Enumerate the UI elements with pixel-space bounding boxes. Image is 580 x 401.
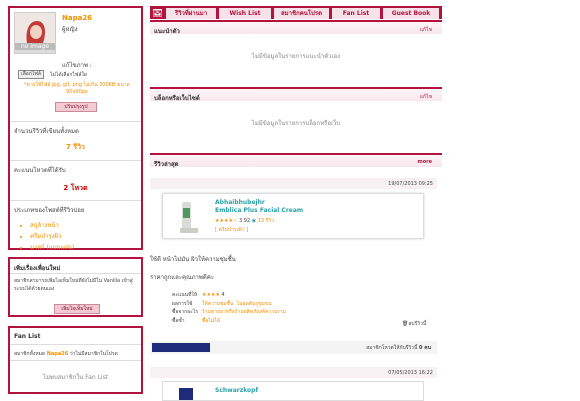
category-item[interactable]: มาสก์ (แบบแผ่น) [30,242,74,252]
vote-count: 0 คน [419,345,431,351]
add-item-desc: สมาชิกสามารถเพิ่มไอเท็มใหม่ที่ยังไม่มีใน… [14,278,133,292]
review-text-1: ใช้ดี หน้าไม่มัน ผิวให้ความชุ่มชื้น [150,256,236,263]
blog-empty: ไม่มีข้อมูลในรายการบล็อกหรือเว็บ [251,120,341,127]
blog-section-header: บล็อกหรือเว็บไซต์ แก้ไข [150,87,442,102]
vote-button[interactable] [152,343,210,352]
fan-list-desc-user[interactable]: Napa26 [47,351,68,357]
tab-guest-book[interactable]: Guest Book [383,8,439,19]
product-image[interactable] [169,198,203,236]
vote-text: สมาชิกโหวตให้กับรีวิวนี้ [366,345,418,351]
review-date-bar: 19/07/2013 09:25 [150,178,437,189]
add-item-title: เพิ่มเรื่องเพื่อนใหม่ [14,265,61,272]
delete-review-link[interactable]: 🗑ลบรีวิวนี้ [402,320,426,328]
recommend-edit-link[interactable]: แก้ไข [420,26,432,34]
review-date: 19/07/2013 09:25 [388,181,433,187]
buy-label: ซื้อจากอะไร [172,309,199,315]
product-brand-2[interactable]: Schwarzkopf [215,387,258,394]
blog-title: บล็อกหรือเว็บไซต์ [154,95,200,102]
no-file-text: ไม่ได้เลือกไฟล์ใด [50,72,88,78]
fan-list-empty: ไม่พบสมาชิกใน Fan List [42,374,109,381]
review-date-2: 07/05/2013 16:22 [388,370,433,376]
repurchase-label: ซื้อซ้ำ [172,317,185,324]
categories-list: สบู่ล้างหน้า ครีมบำรุงผิว มาสก์ (แบบแผ่น… [30,220,74,253]
repurchase-value[interactable]: ซื้อไม่ได้ [202,317,220,326]
divider [10,121,141,122]
tab-fan-list[interactable]: Fan List [332,8,380,19]
product-brand[interactable]: Abhaibhubejhr [215,199,265,206]
vote-bar: สมาชิกโหวตให้กับรีวิวนี้ 0 คน [150,341,437,354]
latest-section-header: รีวิวล่าสุด more [150,153,442,168]
product-image-2[interactable] [179,388,193,400]
effect-value[interactable]: ให้ความชุ่มชื้น [202,300,234,309]
review-details: คะแนนที่ให้ ★★★★ 4 ผลการใช้ ให้ความชุ่มชื้… [172,291,286,325]
effect-value-2[interactable]: ไม่อุดตันรูขุมขน [237,300,272,309]
update-photo-button[interactable]: ปรับปรุงรูป [55,102,97,112]
change-photo-label: แก้ไขภาพ : [62,62,92,69]
file-hint: *ควรใช้ไฟล์ jpg, gif, png ไม่เกิน 300KB … [24,82,130,95]
recommend-section-header: แนะนำตัว แก้ไข [150,20,442,35]
home-icon[interactable] [153,9,162,17]
score-value: 4 [221,292,225,298]
votes-count: 2 โหวต [63,184,88,192]
review-text-2: ราคาถูกและคุณภาพดีค่ะ [150,274,214,281]
product-tag[interactable]: [ ครีมบำรุงผิว ] [215,226,248,234]
latest-title: รีวิวล่าสุด [154,161,179,168]
gender: ผู้หญิง [62,26,78,33]
blog-edit-link[interactable]: แก้ไข [420,93,432,101]
review-date-bar-2: 07/05/2013 16:22 [150,367,437,378]
divider [10,344,141,345]
vote-text-row: สมาชิกโหวตให้กับรีวิวนี้ 0 คน [366,344,431,352]
product-card: Abhaibhubejhr Emblica Plus Facial Cream … [162,193,424,239]
product-card-2: Schwarzkopf [162,381,424,401]
buy-value[interactable]: ร้านขายยาหรือร้านผลิตภัณฑ์ความงาม [202,308,286,317]
divider [10,200,141,201]
avatar: no image [14,12,56,54]
tab-favorite-members[interactable]: สมาชิกคนโปรด [274,8,329,19]
fan-list-title: Fan List [14,333,41,340]
divider [10,160,141,161]
divider [10,273,141,274]
recommend-empty: ไม่มีข้อมูลในรายการแนะนำตัวเอง [251,53,341,60]
reviews-icon: ◉ [251,218,257,224]
add-item-panel: เพิ่มเรื่องเพื่อนใหม่ สมาชิกสามารถเพิ่มไ… [8,257,143,317]
add-item-button[interactable]: เพิ่มไอเท็มใหม่ [54,304,100,314]
fan-list-desc: สมาชิกทั้งหมด Napa26 ว่าไม่มีสมาชิกในโปร… [14,350,118,358]
fan-list-desc-prefix: สมาชิกทั้งหมด [14,351,46,357]
reviews-label: จำนวนรีวิวที่เขียนทั้งหมด [14,128,79,135]
category-item[interactable]: ครีมบำรุงผิว [30,231,74,241]
file-button[interactable]: เลือกไฟล์ [18,70,44,79]
profile-panel: no image Napa26 ผู้หญิง แก้ไขภาพ : เลือก… [8,6,143,250]
score-stars-icon: ★★★★ [202,292,220,298]
username[interactable]: Napa26 [62,14,92,22]
reviews-count[interactable]: 7 รีวิว [10,142,141,153]
avatar-label: no image [15,43,55,50]
fan-list-panel: Fan List สมาชิกทั้งหมด Napa26 ว่าไม่มีสม… [8,326,143,394]
tab-past-reviews[interactable]: รีวิวที่ผ่านมา [166,8,216,19]
product-rating: 3.92 [239,218,251,224]
fan-list-desc-suffix: ว่าไม่มีสมาชิกในโปรด [69,351,118,357]
effect-label: ผลการใช้ [172,300,193,307]
votes-label: คะแนนโหวตที่ได้รับ [14,167,66,174]
delete-review-label: ลบรีวิวนี้ [408,321,427,327]
recommend-title: แนะนำตัว [154,28,180,35]
tab-wish-list[interactable]: Wish List [219,8,271,19]
star-rating-icon: ★★★★☆ [215,218,238,224]
categories-label: ประเภทของโพสต์ที่รีวิวบ่อย [14,207,85,214]
tab-bar: รีวิวที่ผ่านมา Wish List สมาชิกคนโปรด Fa… [150,6,442,19]
product-name[interactable]: Emblica Plus Facial Cream [215,207,303,214]
latest-more-link[interactable]: more [417,159,432,165]
product-review-count[interactable]: 13 รีวิว [258,218,274,224]
score-label: คะแนนที่ให้ [172,292,198,298]
category-item[interactable]: สบู่ล้างหน้า [30,220,74,230]
product-rating-row: ★★★★☆ 3.92 ◉ 13 รีวิว [215,217,274,225]
product-tag-text: ครีมบำรุงผิว [218,227,245,233]
divider [10,360,141,361]
